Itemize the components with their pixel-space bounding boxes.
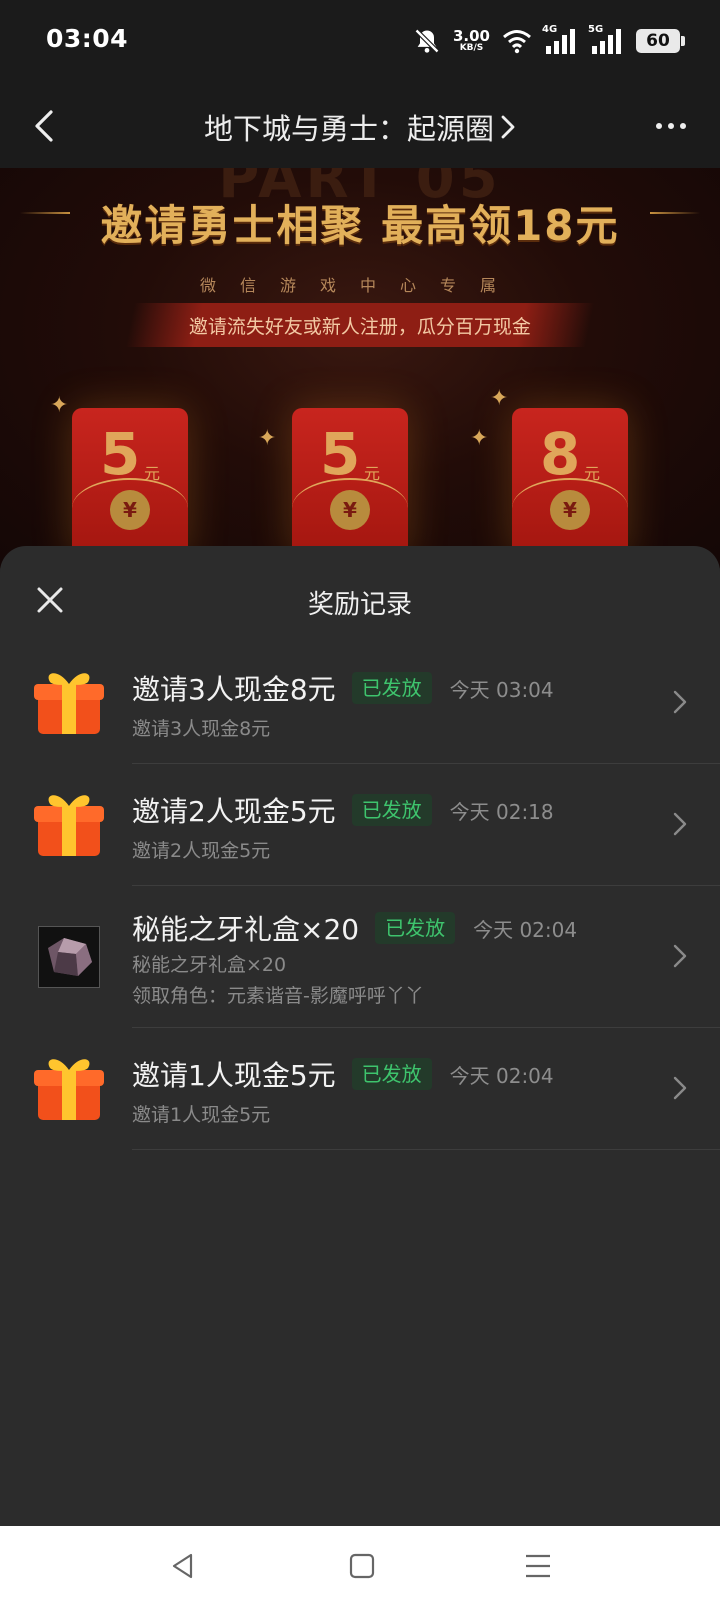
yuan-coin-icon: ¥ [550, 490, 590, 530]
page-title[interactable]: 地下城与勇士：起源圈 [0, 106, 720, 148]
record-desc: 邀请2人现金5元 [132, 840, 271, 862]
signal-4g: 4G [542, 24, 578, 54]
yuan-coin-icon: ¥ [110, 490, 150, 530]
status-time: 03:04 [46, 24, 129, 53]
reward-record-list: 邀请3人现金8元 已发放 今天 03:04 邀请3人现金8元 邀请2人现金5元 … [0, 642, 720, 1150]
signal-5g: 5G [588, 24, 624, 54]
status-badge: 已发放 [375, 912, 456, 944]
record-main-line: 邀请2人现金5元 已发放 今天 02:18 [132, 790, 554, 830]
banner-ribbon-text: 邀请流失好友或新人注册，瓜分百万现金 [188, 315, 531, 338]
nav-home-button[interactable] [342, 1546, 382, 1586]
status-badge: 已发放 [351, 672, 432, 704]
chevron-right-icon [673, 812, 687, 836]
banner-subtitle: 微信游戏中心专属 [199, 276, 520, 295]
red-packet-3: 8 元 ¥ [512, 408, 628, 558]
gift-icon [34, 1059, 104, 1120]
status-bar: 03:04 3.00 KB/S 4G 5G 60 [0, 0, 720, 82]
reward-record-row[interactable]: 邀请1人现金5元 已发放 今天 02:04 邀请1人现金5元 [0, 1028, 720, 1150]
network-speed: 3.00 KB/S [453, 29, 490, 53]
record-name: 邀请1人现金5元 [132, 1059, 336, 1092]
sparkle-icon: ✦ [50, 393, 69, 418]
red-packet-2: 5 元 ¥ [292, 408, 408, 558]
menu-icon [526, 1554, 550, 1578]
record-main-line: 秘能之牙礼盒×20 已发放 今天 02:04 [132, 908, 577, 948]
page-title-text: 地下城与勇士：起源圈 [203, 112, 494, 146]
more-options-button[interactable] [648, 106, 694, 146]
record-main-line: 邀请3人现金8元 已发放 今天 03:04 [132, 668, 554, 708]
yuan-coin-icon: ¥ [330, 490, 370, 530]
chevron-right-icon [673, 944, 687, 968]
network-speed-value: 3.00 [452, 27, 490, 45]
record-role: 领取角色：元素谐音-影魔呼呼丫丫 [132, 985, 424, 1007]
banner-ribbon: 邀请流失好友或新人注册，瓜分百万现金 [125, 303, 595, 347]
reward-record-row[interactable]: 秘能之牙礼盒×20 已发放 今天 02:04 秘能之牙礼盒×20 领取角色：元素… [0, 886, 720, 1028]
divider [132, 1149, 720, 1150]
promo-banner: PART 05 邀请勇士相聚 最高领18元 微信游戏中心专属 邀请流失好友或新人… [0, 168, 720, 568]
chevron-right-icon [501, 115, 515, 139]
red-packet-1: 5 元 ¥ [72, 408, 188, 558]
status-badge: 已发放 [351, 1058, 432, 1090]
nav-back-button[interactable] [163, 1546, 203, 1586]
record-name: 邀请3人现金8元 [132, 673, 336, 706]
nav-menu-button[interactable] [518, 1546, 558, 1586]
battery-icon: 60 [636, 29, 685, 53]
reward-record-row[interactable]: 邀请2人现金5元 已发放 今天 02:18 邀请2人现金5元 [0, 764, 720, 886]
reward-record-row[interactable]: 邀请3人现金8元 已发放 今天 03:04 邀请3人现金8元 [0, 642, 720, 764]
record-name: 秘能之牙礼盒×20 [132, 913, 360, 946]
record-time: 今天 02:04 [449, 1063, 554, 1088]
banner-headline: 邀请勇士相聚 最高领18元 [100, 201, 620, 250]
reward-records-sheet: 奖励记录 邀请3人现金8元 已发放 今天 03:04 邀请3人现金8元 邀请2人… [0, 546, 720, 1526]
sparkle-icon: ✦ [470, 426, 489, 451]
item-thumbnail [38, 926, 100, 988]
record-time: 今天 02:04 [473, 917, 578, 942]
battery-level: 60 [646, 31, 670, 51]
record-desc: 邀请1人现金5元 [132, 1104, 271, 1126]
record-time: 今天 03:04 [449, 677, 554, 702]
gift-icon [34, 795, 104, 856]
square-home-icon [349, 1553, 375, 1579]
system-nav-bar [0, 1526, 720, 1604]
more-dot [668, 123, 674, 129]
more-dot [656, 123, 662, 129]
sparkle-icon: ✦ [490, 386, 509, 411]
sheet-title: 奖励记录 [307, 590, 412, 620]
chevron-right-icon [673, 690, 687, 714]
status-icons: 3.00 KB/S 4G 5G 60 [413, 24, 685, 58]
sparkle-icon: ✦ [258, 426, 277, 451]
chevron-right-icon [673, 1076, 687, 1100]
record-desc: 邀请3人现金8元 [132, 718, 271, 740]
signal-5g-label: 5G [588, 24, 604, 35]
status-badge: 已发放 [351, 794, 432, 826]
gift-icon [34, 673, 104, 734]
gem-icon [48, 938, 92, 976]
signal-4g-label: 4G [542, 24, 558, 35]
record-time: 今天 02:18 [449, 799, 554, 824]
record-name: 邀请2人现金5元 [132, 795, 336, 828]
record-desc: 秘能之牙礼盒×20 [132, 954, 287, 976]
wifi-icon [503, 30, 531, 54]
title-bar: 地下城与勇士：起源圈 [0, 82, 720, 168]
record-main-line: 邀请1人现金5元 已发放 今天 02:04 [132, 1054, 554, 1094]
more-dot [680, 123, 686, 129]
triangle-back-icon [172, 1553, 193, 1579]
network-speed-unit: KB/S [459, 43, 484, 53]
bell-muted-icon [414, 28, 440, 54]
